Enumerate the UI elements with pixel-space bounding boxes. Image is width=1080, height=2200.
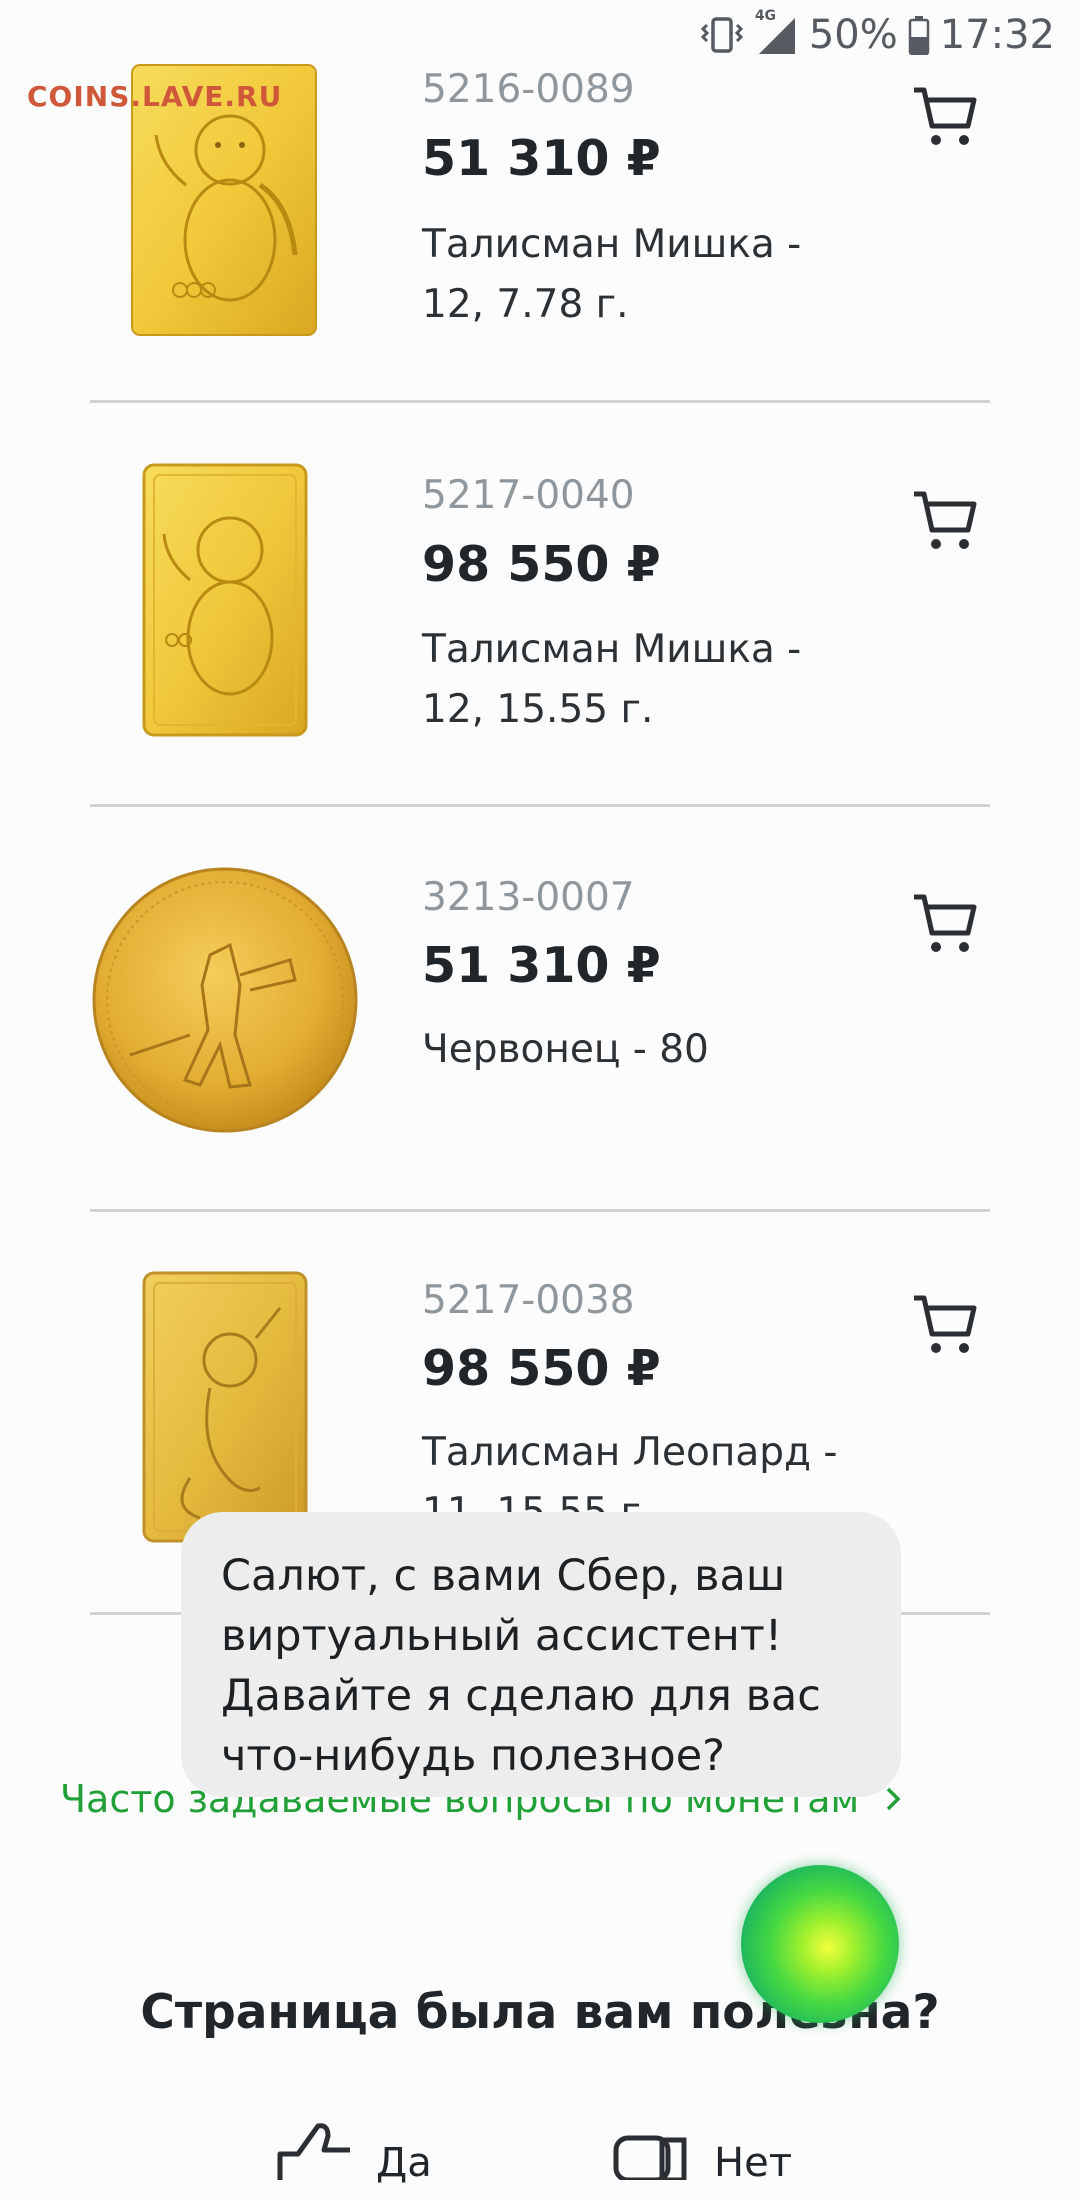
product-card[interactable]: 5216-0089 51 310 ₽ Талисман Мишка - 12, … xyxy=(90,55,1000,459)
add-to-cart-button[interactable] xyxy=(908,484,980,556)
feedback-yes-button[interactable]: Да xyxy=(270,2120,432,2200)
signal-icon: 4G xyxy=(755,8,799,56)
product-code: 5216-0089 xyxy=(422,67,635,112)
product-image[interactable] xyxy=(90,865,360,1195)
battery-icon xyxy=(908,15,930,55)
watermark: COINS.LAVE.RU xyxy=(27,80,283,113)
clock: 17:32 xyxy=(939,12,1055,58)
product-image[interactable] xyxy=(90,460,360,790)
add-to-cart-button[interactable] xyxy=(908,1288,980,1360)
product-code: 5217-0038 xyxy=(422,1278,635,1323)
feedback-yes-label: Да xyxy=(376,2140,432,2186)
divider xyxy=(90,1209,990,1212)
divider xyxy=(90,804,990,807)
cart-icon xyxy=(914,491,977,549)
product-name[interactable]: Червонец - 80 xyxy=(422,1020,852,1080)
battery-percent: 50% xyxy=(808,12,898,58)
assistant-message-bubble[interactable]: Салют, с вами Сбер, ваш виртуальный асси… xyxy=(181,1512,901,1797)
assistant-message: Салют, с вами Сбер, ваш виртуальный асси… xyxy=(221,1551,821,1781)
product-name[interactable]: Талисман Мишка - 12, 15.55 г. xyxy=(422,620,852,740)
thumbs-down-icon xyxy=(608,2120,694,2190)
vibrate-icon xyxy=(699,15,745,55)
product-price: 51 310 ₽ xyxy=(422,937,661,994)
gold-bar-bear-image xyxy=(142,463,308,737)
feedback-no-button[interactable]: Нет xyxy=(608,2120,792,2200)
product-price: 98 550 ₽ xyxy=(422,536,661,593)
divider xyxy=(90,400,990,403)
product-code: 3213-0007 xyxy=(422,875,635,920)
gold-coin-chervonets-image xyxy=(92,867,358,1133)
assistant-orb-button[interactable] xyxy=(741,1865,899,2023)
status-icons: 4G 50% 17:32 xyxy=(699,8,1055,58)
thumbs-up-icon xyxy=(270,2120,356,2190)
product-name[interactable]: Талисман Мишка - 12, 7.78 г. xyxy=(422,215,852,335)
add-to-cart-button[interactable] xyxy=(908,80,980,152)
add-to-cart-button[interactable] xyxy=(908,887,980,959)
feedback-title: Страница была вам полезна? xyxy=(140,1985,940,2040)
product-price: 51 310 ₽ xyxy=(422,130,661,187)
cart-icon xyxy=(914,1295,977,1353)
cart-icon xyxy=(914,894,977,952)
cart-icon xyxy=(914,87,977,145)
product-price: 98 550 ₽ xyxy=(422,1340,661,1397)
product-code: 5217-0040 xyxy=(422,473,635,518)
feedback-no-label: Нет xyxy=(714,2140,792,2186)
network-type: 4G xyxy=(754,8,777,24)
